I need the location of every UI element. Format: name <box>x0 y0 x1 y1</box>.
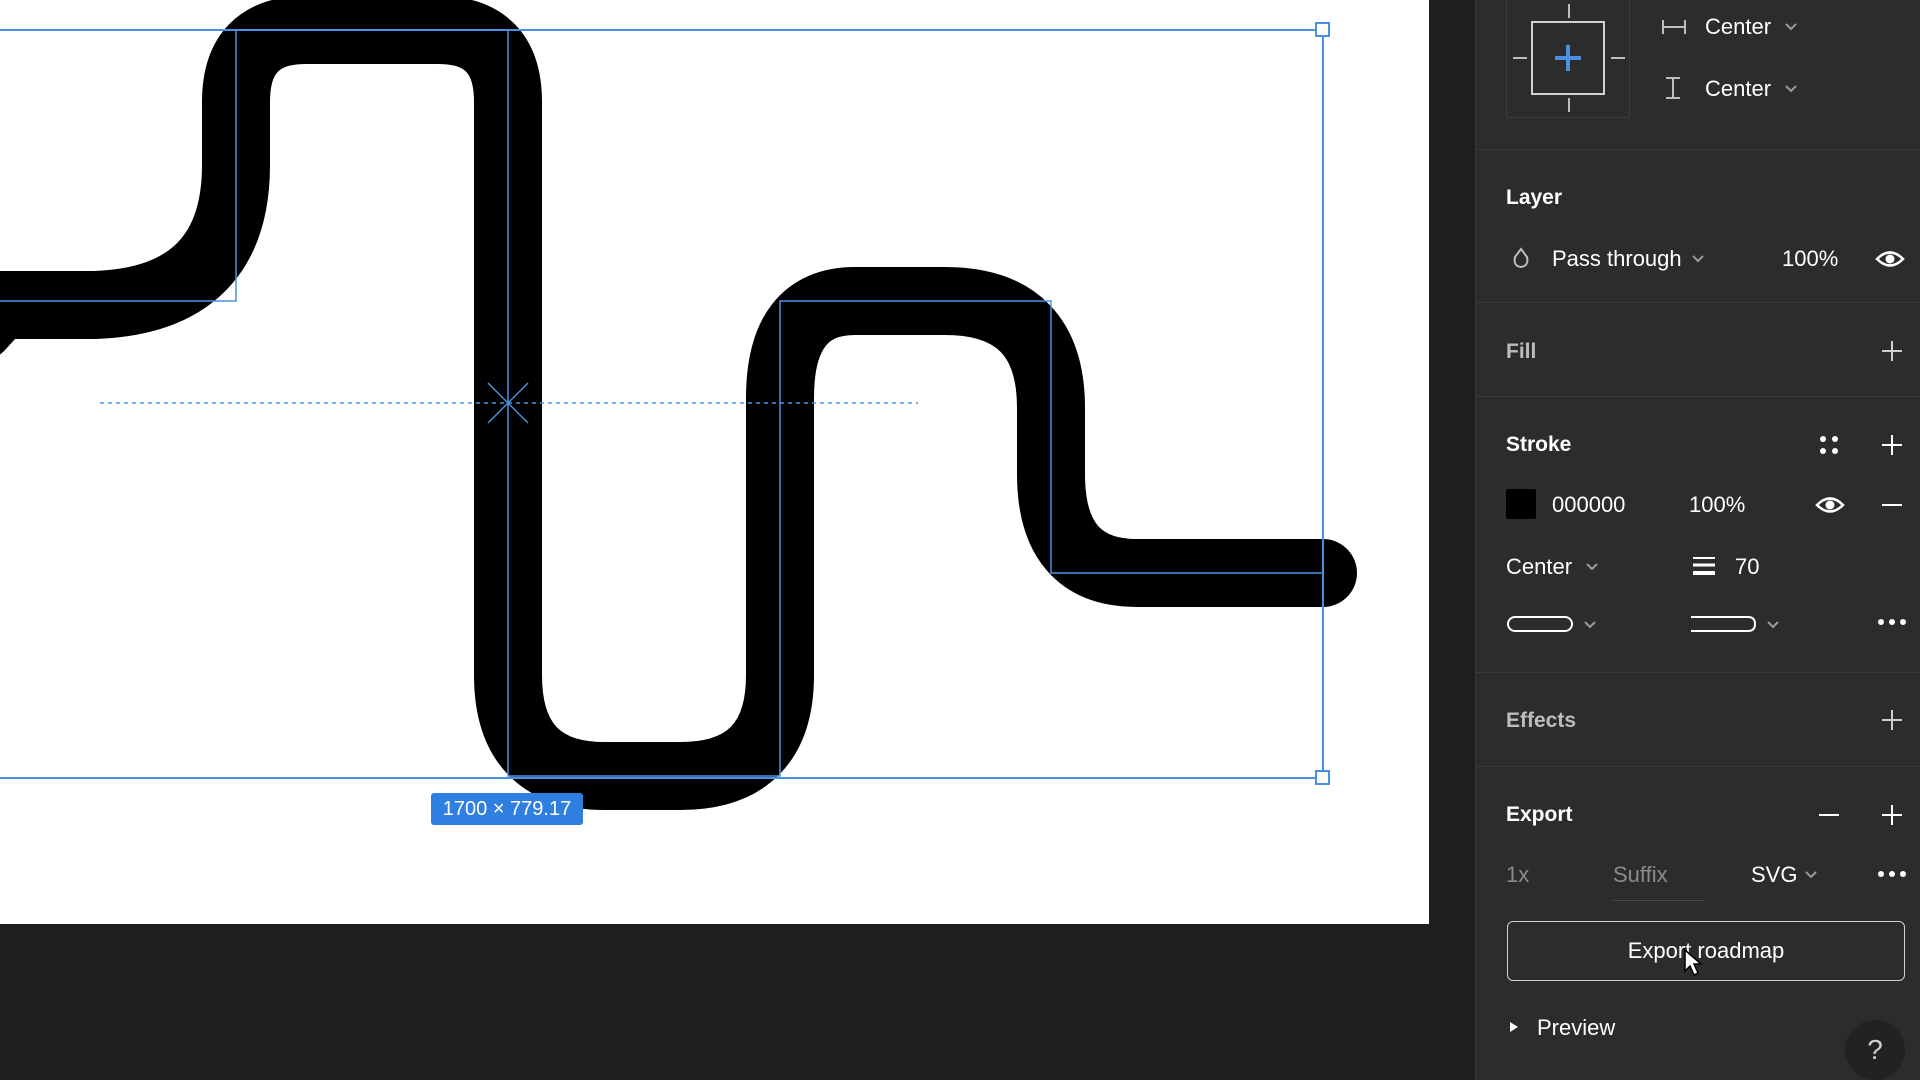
vertical-constraint-icon <box>1666 77 1680 99</box>
add-stroke-icon[interactable] <box>1880 433 1904 457</box>
add-effect-icon[interactable] <box>1880 708 1904 732</box>
more-options-icon[interactable] <box>1877 617 1907 627</box>
more-options-icon[interactable] <box>1877 869 1907 879</box>
remove-export-icon[interactable] <box>1817 805 1841 825</box>
chevron-down-icon[interactable] <box>1585 562 1599 572</box>
eye-icon[interactable] <box>1815 495 1845 515</box>
canvas[interactable]: 1700 × 779.17 <box>0 0 1475 1080</box>
help-button[interactable]: ? <box>1845 1020 1905 1080</box>
layer-section: Layer Pass through 100% <box>1476 150 1920 303</box>
add-fill-icon[interactable] <box>1880 339 1904 363</box>
chevron-down-icon[interactable] <box>1784 84 1798 94</box>
stroke-opacity-input[interactable]: 100% <box>1689 492 1745 518</box>
constraint-diagram-icon <box>1513 4 1625 112</box>
effects-section-title: Effects <box>1506 709 1577 732</box>
mouse-cursor-icon <box>1684 948 1703 977</box>
stroke-weight-input[interactable]: 70 <box>1735 554 1759 580</box>
horizontal-constraint-icon <box>1662 20 1686 34</box>
chevron-down-icon[interactable] <box>1804 870 1818 880</box>
stroke-color-input[interactable]: 000000 <box>1552 492 1625 518</box>
properties-panel: Center Center Layer Pass through 100% Fi… <box>1475 0 1920 1080</box>
export-suffix-input[interactable]: Suffix <box>1613 862 1668 888</box>
resize-handle-bottom-right[interactable] <box>1315 770 1330 785</box>
effects-section: Effects <box>1476 673 1920 767</box>
stroke-end-cap-icon[interactable] <box>1689 614 1757 634</box>
fill-section: Fill <box>1476 303 1920 397</box>
export-scale-input[interactable]: 1x <box>1506 862 1529 888</box>
stroke-weight-icon <box>1693 557 1715 575</box>
layer-section-title: Layer <box>1506 186 1563 209</box>
export-preview-toggle[interactable]: Preview <box>1537 1015 1615 1041</box>
stroke-position-dropdown[interactable]: Center <box>1506 554 1572 580</box>
eye-icon[interactable] <box>1875 249 1905 269</box>
caret-right-icon[interactable] <box>1508 1020 1520 1034</box>
fill-section-title: Fill <box>1506 340 1537 363</box>
suffix-underline <box>1613 900 1705 901</box>
export-section-title: Export <box>1506 803 1573 826</box>
export-format-dropdown[interactable]: SVG <box>1751 862 1797 888</box>
add-export-icon[interactable] <box>1880 803 1904 827</box>
stroke-section: Stroke 000000 100% Center 70 <box>1476 397 1920 673</box>
vertical-constraint-dropdown[interactable]: Center <box>1705 76 1771 102</box>
chevron-down-icon[interactable] <box>1766 620 1780 630</box>
selection-size-label: 1700 × 779.17 <box>431 793 583 825</box>
canvas-artwork[interactable] <box>0 0 1429 924</box>
chevron-down-icon[interactable] <box>1691 254 1705 264</box>
remove-stroke-icon[interactable] <box>1880 495 1904 515</box>
stroke-color-swatch[interactable] <box>1506 489 1536 519</box>
resize-handle-top-right[interactable] <box>1315 22 1330 37</box>
styles-grid-icon[interactable] <box>1817 433 1841 457</box>
layer-opacity-input[interactable]: 100% <box>1782 246 1838 272</box>
horizontal-constraint-dropdown[interactable]: Center <box>1705 14 1771 40</box>
stroke-start-cap-icon[interactable] <box>1506 614 1574 634</box>
blend-mode-dropdown[interactable]: Pass through <box>1552 246 1682 272</box>
chevron-down-icon[interactable] <box>1583 620 1597 630</box>
selection-bounding-box[interactable] <box>0 29 1324 779</box>
stroke-section-title: Stroke <box>1506 433 1572 456</box>
export-roadmap-button[interactable]: Export roadmap <box>1507 921 1905 981</box>
constraint-widget[interactable] <box>1506 0 1630 118</box>
constraints-section: Center Center <box>1476 0 1920 150</box>
artboard-frame[interactable]: 1700 × 779.17 <box>0 0 1429 924</box>
chevron-down-icon[interactable] <box>1784 22 1798 32</box>
blend-mode-drop-icon <box>1513 247 1529 269</box>
